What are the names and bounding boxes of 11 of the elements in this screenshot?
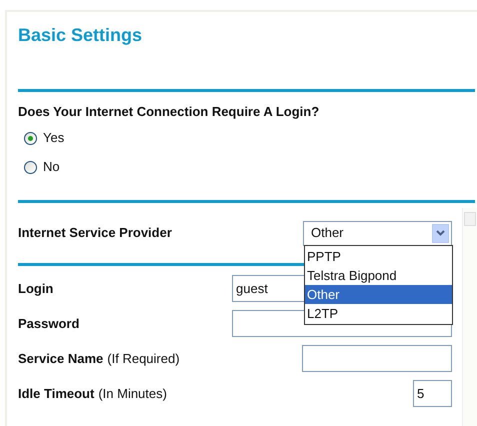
page-title: Basic Settings: [18, 24, 142, 46]
field-label: Login: [18, 280, 54, 298]
radio-label: Yes: [43, 129, 64, 148]
field-hint: (In Minutes): [98, 384, 167, 403]
field-label: Idle Timeout: [18, 384, 94, 403]
question-label: Does Your Internet Connection Require A Login?: [18, 104, 320, 120]
radio-label: No: [43, 158, 60, 176]
field-label: Service Name: [18, 350, 104, 368]
field-label: Internet Service Provider: [18, 224, 172, 242]
field-hint: (If Required): [107, 350, 180, 368]
field-label: Password: [18, 314, 80, 333]
